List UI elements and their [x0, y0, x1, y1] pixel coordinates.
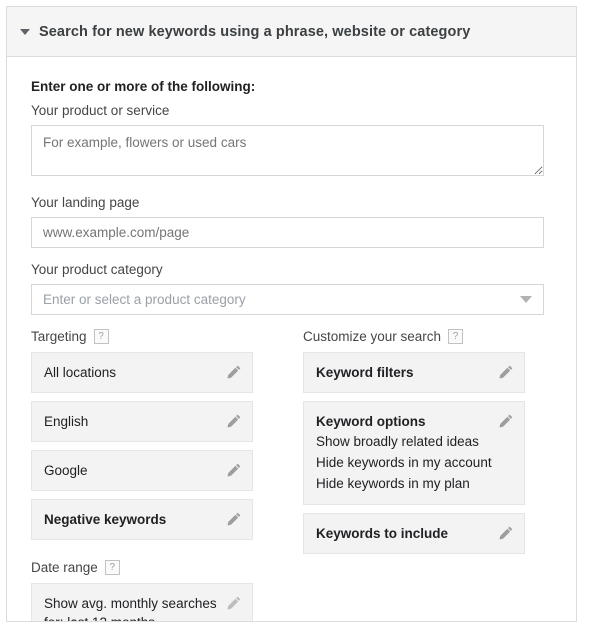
product-category-select[interactable]: Enter or select a product category — [31, 284, 544, 315]
panel-header[interactable]: Search for new keywords using a phrase, … — [7, 7, 576, 57]
keyword-planner-panel: Search for new keywords using a phrase, … — [6, 6, 577, 622]
targeting-label: Targeting — [31, 329, 87, 344]
page-title: Search for new keywords using a phrase, … — [39, 23, 471, 40]
landing-page-label: Your landing page — [31, 195, 140, 210]
date-range-label: Date range — [31, 560, 98, 575]
date-range-line-1: Show avg. monthly searches — [44, 596, 217, 611]
keywords-to-include-label: Keywords to include — [316, 526, 449, 541]
keyword-options-row[interactable]: Keyword options Show broadly related ide… — [303, 401, 525, 505]
targeting-row-language[interactable]: English — [31, 401, 253, 442]
help-question-icon[interactable]: ? — [104, 560, 120, 575]
landing-page-input[interactable] — [31, 217, 544, 248]
keywords-to-include-row[interactable]: Keywords to include — [303, 513, 525, 554]
product-service-label: Your product or service — [31, 103, 170, 118]
targeting-column: Targeting ? All locations English Google… — [31, 329, 303, 621]
column-spacer — [31, 548, 303, 560]
targeting-row-negative-keywords[interactable]: Negative keywords — [31, 499, 253, 540]
product-service-input[interactable] — [31, 125, 544, 176]
landing-page-field-block: Your landing page — [31, 195, 552, 248]
product-service-field-block: Your product or service — [31, 103, 552, 181]
date-range-line-2: for: last 12 months — [44, 613, 219, 621]
customize-header: Customize your search ? — [303, 329, 533, 344]
targeting-row-label: Negative keywords — [44, 512, 167, 527]
form-intro-label: Enter one or more of the following: — [31, 79, 256, 94]
targeting-row-label: All locations — [44, 365, 117, 380]
help-question-icon[interactable]: ? — [93, 329, 109, 344]
product-category-placeholder: Enter or select a product category — [43, 292, 246, 307]
targeting-row-label: English — [44, 414, 89, 429]
help-question-icon[interactable]: ? — [448, 329, 464, 344]
keyword-option-item: Show broadly related ideas — [316, 434, 479, 449]
targeting-row-label: Google — [44, 463, 88, 478]
panel-body: Enter one or more of the following: Your… — [7, 57, 576, 621]
targeting-row-network[interactable]: Google — [31, 450, 253, 491]
date-range-header: Date range ? — [31, 560, 303, 575]
options-columns: Targeting ? All locations English Google… — [31, 329, 552, 621]
pencil-icon[interactable] — [226, 413, 242, 429]
pencil-icon[interactable] — [226, 595, 242, 611]
pencil-icon[interactable] — [226, 364, 242, 380]
pencil-icon[interactable] — [498, 525, 514, 541]
pencil-icon[interactable] — [226, 462, 242, 478]
customize-label: Customize your search — [303, 329, 442, 344]
product-category-label: Your product category — [31, 262, 163, 277]
pencil-icon[interactable] — [226, 511, 242, 527]
keyword-filters-row[interactable]: Keyword filters — [303, 352, 525, 393]
keyword-options-title: Keyword options — [316, 414, 426, 429]
pencil-icon[interactable] — [498, 413, 514, 429]
caret-down-icon[interactable] — [20, 28, 30, 35]
product-category-field-block: Your product category Enter or select a … — [31, 262, 552, 315]
targeting-header: Targeting ? — [31, 329, 303, 344]
pencil-icon[interactable] — [498, 364, 514, 380]
keyword-option-item: Hide keywords in my account — [316, 455, 492, 470]
date-range-row[interactable]: Show avg. monthly searches for: last 12 … — [31, 583, 253, 621]
dropdown-caret-icon[interactable] — [520, 296, 532, 303]
targeting-row-locations[interactable]: All locations — [31, 352, 253, 393]
customize-column: Customize your search ? Keyword filters … — [303, 329, 533, 621]
keyword-filters-label: Keyword filters — [316, 365, 414, 380]
keyword-option-item: Hide keywords in my plan — [316, 476, 470, 491]
